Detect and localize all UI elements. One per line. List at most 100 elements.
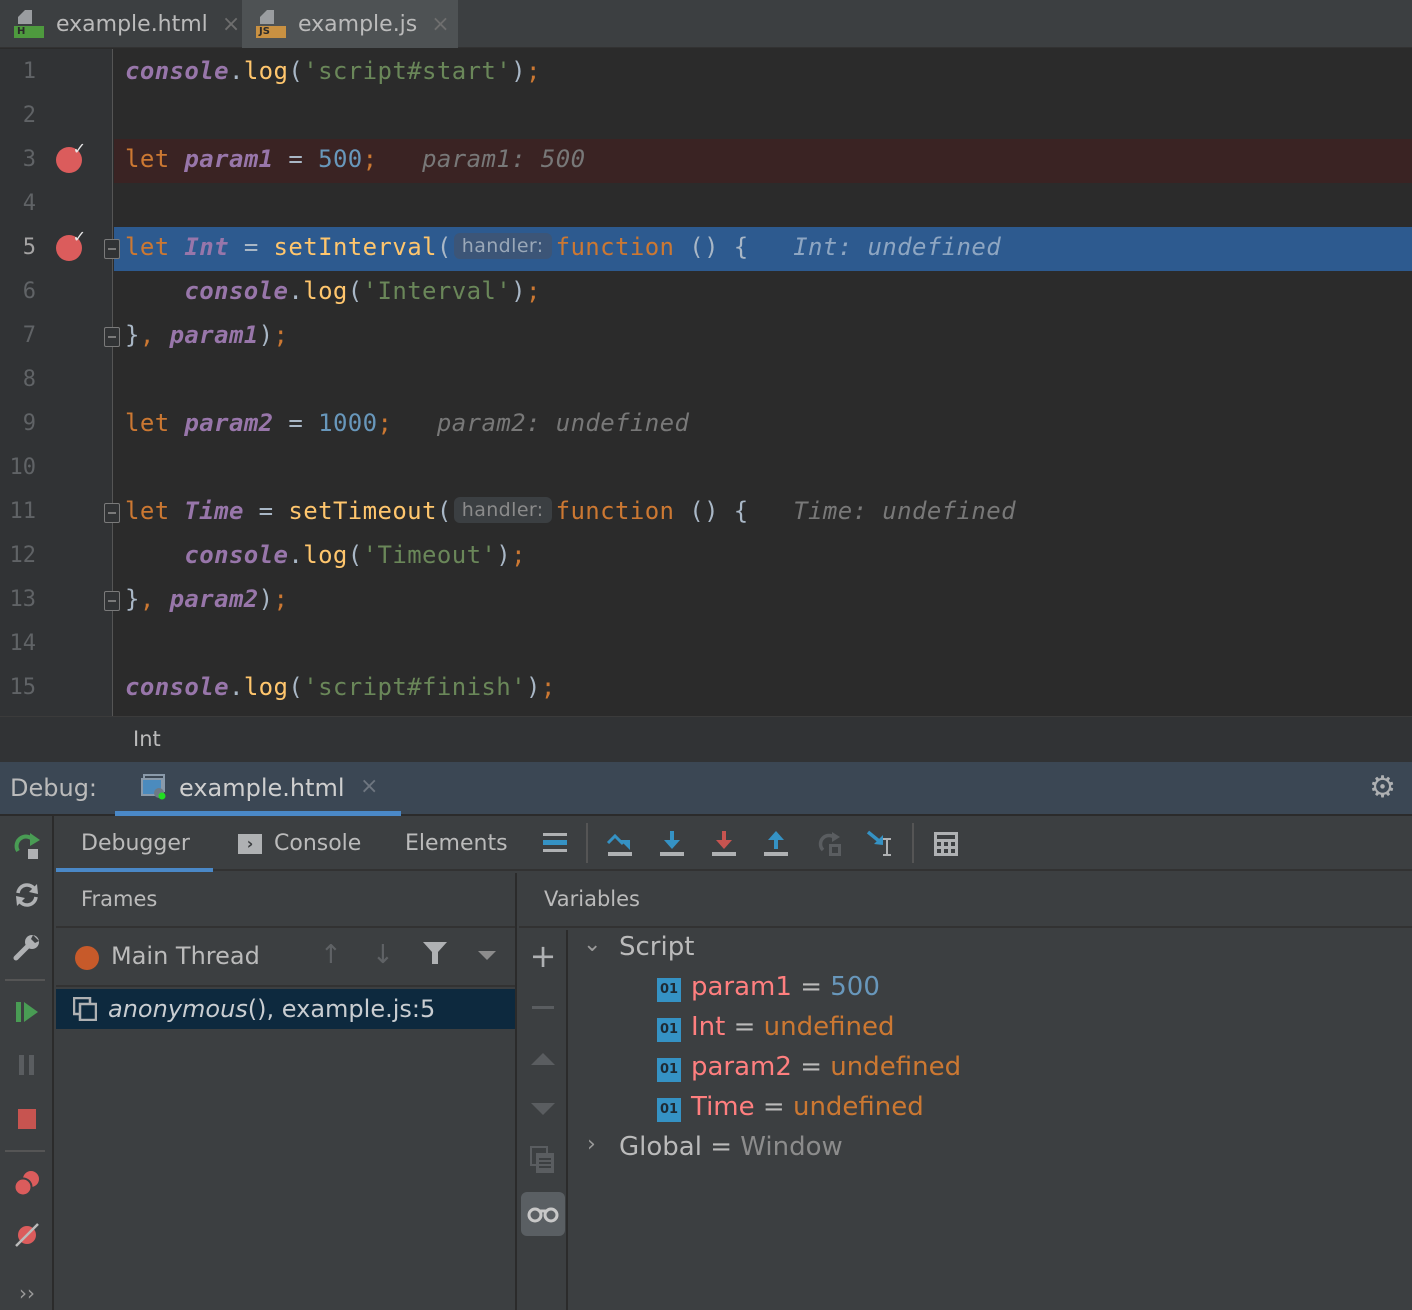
mute-breakpoints-icon[interactable] bbox=[8, 1216, 46, 1254]
close-icon[interactable]: × bbox=[222, 12, 240, 37]
debug-panel: ›› Debugger › Console Elements Frames Ma… bbox=[0, 816, 1412, 1310]
duplicate-watch-icon[interactable] bbox=[521, 1138, 565, 1182]
wrench-icon[interactable] bbox=[8, 928, 46, 966]
line-number: 10 bbox=[9, 455, 37, 480]
code-line[interactable]: 2 bbox=[0, 95, 1412, 139]
code-line[interactable]: 4 bbox=[0, 183, 1412, 227]
variables-header: Variables bbox=[519, 873, 1412, 928]
chevron-right-icon[interactable]: › bbox=[587, 1132, 596, 1157]
inline-value: param1: 500 bbox=[422, 145, 586, 173]
breakpoint-icon[interactable]: ✓ bbox=[56, 227, 86, 261]
line-number: 1 bbox=[22, 59, 36, 84]
tab-label: example.js bbox=[298, 11, 418, 37]
variables-pane: Variables + ⌄ Script 01 param1 = 500 01 … bbox=[519, 873, 1412, 1310]
code-line[interactable]: 13 }, param2); bbox=[0, 579, 1412, 623]
show-watches-icon[interactable] bbox=[521, 1192, 565, 1236]
variables-tree: ⌄ Script 01 param1 = 500 01 Int = undefi… bbox=[583, 932, 962, 1162]
line-number: 7 bbox=[22, 323, 36, 348]
evaluate-expression-icon[interactable] bbox=[928, 826, 964, 862]
arrow-down-icon[interactable]: ↓ bbox=[372, 940, 394, 970]
add-watch-icon[interactable]: + bbox=[521, 934, 565, 978]
debug-session-tab[interactable]: example.html × bbox=[115, 762, 401, 816]
move-down-icon[interactable] bbox=[521, 1086, 565, 1130]
move-up-icon[interactable] bbox=[521, 1036, 565, 1080]
breadcrumb-item[interactable]: Int bbox=[133, 727, 161, 751]
resume-icon[interactable] bbox=[8, 993, 46, 1031]
primitive-type-icon: 01 bbox=[657, 1058, 681, 1082]
fold-icon[interactable] bbox=[104, 591, 120, 611]
breakpoint-line[interactable]: let param1 = 500; param1: 500 bbox=[114, 139, 1412, 183]
gear-icon[interactable]: ⚙ bbox=[1369, 773, 1396, 803]
code-line[interactable]: 8 bbox=[0, 359, 1412, 403]
code-line[interactable]: 10 bbox=[0, 447, 1412, 491]
code-editor[interactable]: 1 console.log('script#start'); 2 3 let p… bbox=[0, 49, 1412, 716]
restart-frame-icon[interactable] bbox=[811, 826, 847, 862]
fold-icon[interactable] bbox=[104, 503, 120, 523]
browser-debug-icon bbox=[141, 774, 169, 800]
remove-watch-icon[interactable] bbox=[521, 986, 565, 1030]
fold-icon[interactable] bbox=[104, 239, 120, 259]
parameter-hint: handler: bbox=[453, 497, 552, 523]
inline-value: Time: undefined bbox=[793, 497, 1016, 525]
primitive-type-icon: 01 bbox=[657, 1018, 681, 1042]
debugger-toolbar: Debugger › Console Elements bbox=[56, 816, 1412, 872]
inline-value: Int: undefined bbox=[793, 233, 1002, 261]
primitive-type-icon: 01 bbox=[657, 978, 681, 1002]
code-line[interactable]: 1 console.log('script#start'); bbox=[0, 51, 1412, 95]
close-icon[interactable]: × bbox=[431, 12, 449, 37]
chevron-down-icon[interactable] bbox=[476, 942, 498, 972]
breadcrumb: Int bbox=[0, 716, 1412, 762]
tab-elements[interactable]: Elements bbox=[405, 816, 515, 871]
code-line[interactable]: 11 let Time = setTimeout(handler: functio… bbox=[0, 491, 1412, 535]
line-number: 5 bbox=[22, 235, 36, 260]
js-file-icon: JS bbox=[256, 10, 288, 38]
inline-value: param2: undefined bbox=[436, 409, 690, 437]
code-line[interactable]: 14 bbox=[0, 623, 1412, 667]
frames-pane: Frames Main Thread ↑ ↓ anonymous(), exam… bbox=[56, 873, 517, 1310]
pause-icon[interactable] bbox=[8, 1046, 46, 1084]
frames-header: Frames bbox=[56, 873, 515, 928]
thread-selector[interactable]: Main Thread ↑ ↓ bbox=[56, 930, 515, 987]
frame-icon bbox=[72, 996, 98, 1022]
line-number: 6 bbox=[22, 279, 36, 304]
line-number: 11 bbox=[9, 499, 37, 524]
chevron-down-icon[interactable]: ⌄ bbox=[583, 932, 601, 957]
force-step-into-icon[interactable] bbox=[706, 826, 742, 862]
step-out-icon[interactable] bbox=[758, 826, 794, 862]
show-execution-point-icon[interactable] bbox=[537, 826, 573, 862]
code-line[interactable]: 12 console.log('Timeout'); bbox=[0, 535, 1412, 579]
code-line[interactable]: 9 let param2 = 1000; param2: undefined bbox=[0, 403, 1412, 447]
refresh-icon[interactable] bbox=[8, 876, 46, 914]
breakpoint-icon[interactable]: ✓ bbox=[56, 139, 86, 173]
filter-icon[interactable] bbox=[422, 940, 448, 973]
debug-tool-window-header: Debug: example.html × ⚙ bbox=[0, 762, 1412, 816]
tab-console[interactable]: › Console bbox=[238, 816, 378, 871]
view-breakpoints-icon[interactable] bbox=[8, 1164, 46, 1202]
frame-item[interactable]: anonymous(), example.js:5 bbox=[56, 989, 515, 1029]
run-to-cursor-icon[interactable] bbox=[863, 826, 899, 862]
line-number: 14 bbox=[9, 631, 37, 656]
tab-debugger[interactable]: Debugger bbox=[56, 816, 213, 872]
debug-left-toolbar: ›› bbox=[0, 816, 54, 1310]
close-icon[interactable]: × bbox=[360, 774, 378, 799]
rerun-icon[interactable] bbox=[8, 827, 46, 865]
code-line[interactable]: 7 }, param1); bbox=[0, 315, 1412, 359]
tab-example-js[interactable]: JS example.js × bbox=[242, 0, 458, 48]
execution-line[interactable]: let Int = setInterval(handler: function (… bbox=[114, 227, 1412, 271]
tab-example-html[interactable]: H example.html × bbox=[0, 0, 242, 48]
thread-name: Main Thread bbox=[111, 942, 260, 970]
session-tab-label: example.html bbox=[179, 774, 345, 802]
line-number: 4 bbox=[22, 191, 36, 216]
console-icon: › bbox=[238, 833, 262, 854]
code-line[interactable]: 15 console.log('script#finish'); bbox=[0, 667, 1412, 711]
fold-icon[interactable] bbox=[104, 327, 120, 347]
html-file-icon: H bbox=[14, 10, 46, 38]
step-into-icon[interactable] bbox=[654, 826, 690, 862]
arrow-up-icon[interactable]: ↑ bbox=[320, 940, 342, 970]
step-over-icon[interactable] bbox=[602, 826, 638, 862]
code-line[interactable]: 6 console.log('Interval'); bbox=[0, 271, 1412, 315]
stop-icon[interactable] bbox=[8, 1099, 46, 1137]
thread-status-icon bbox=[75, 946, 99, 970]
line-number: 9 bbox=[22, 411, 36, 436]
more-icon[interactable]: ›› bbox=[8, 1274, 46, 1310]
